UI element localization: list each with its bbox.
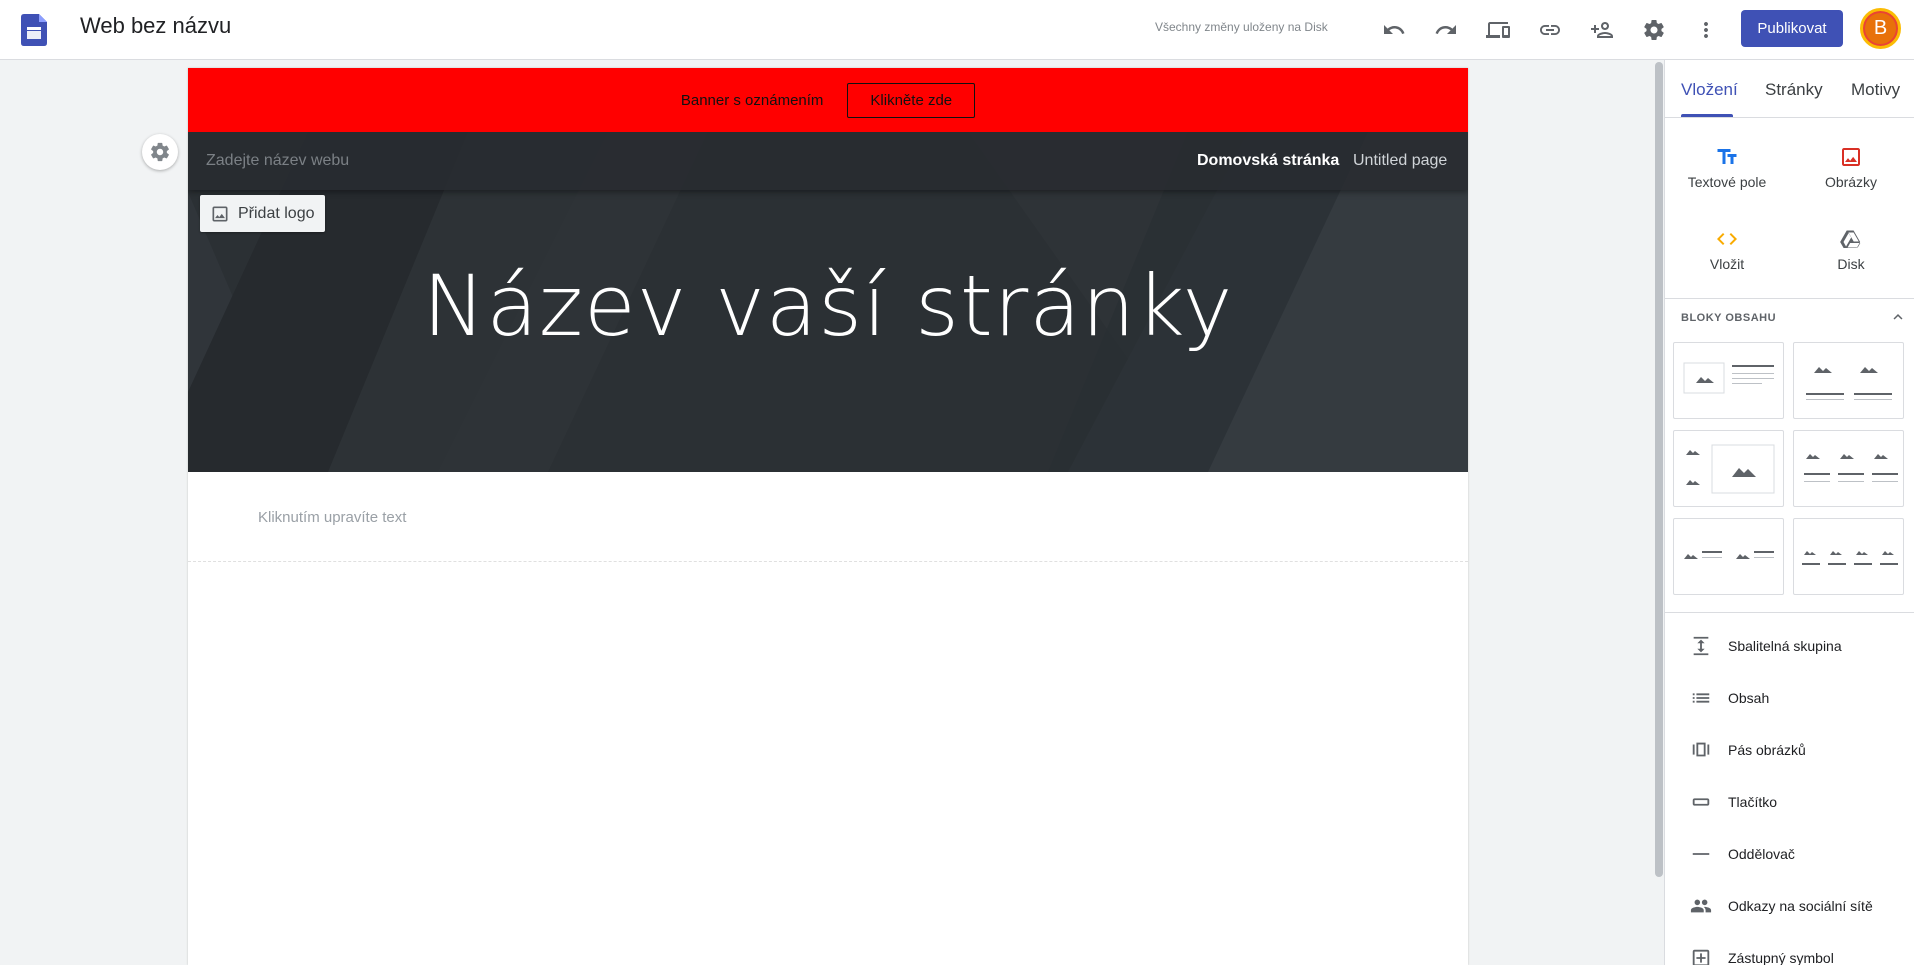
text-box-icon	[1715, 140, 1739, 174]
insert-embed[interactable]: Vložit	[1677, 222, 1777, 292]
insert-images[interactable]: Obrázky	[1801, 140, 1901, 210]
component-image-carousel[interactable]: Pás obrázků	[1665, 730, 1914, 770]
redo-icon[interactable]	[1428, 12, 1464, 48]
avatar[interactable]: B	[1860, 8, 1901, 49]
component-table-of-contents[interactable]: Obsah	[1665, 678, 1914, 718]
document-title[interactable]: Web bez názvu	[80, 13, 231, 39]
component-button[interactable]: Tlačítko	[1665, 782, 1914, 822]
site-page-canvas: Banner s oznámením Klikněte zde Zadejte …	[188, 68, 1468, 965]
canvas-scrollbar-thumb[interactable]	[1655, 62, 1663, 877]
header-hero[interactable]: Zadejte název webu Domovská stránka Unti…	[188, 132, 1468, 472]
insert-images-label: Obrázky	[1824, 174, 1878, 190]
layout-block-two-images[interactable]	[1793, 342, 1904, 419]
side-panel: Vložení Stránky Motivy Textové pole Obrá…	[1664, 60, 1914, 965]
component-label: Tlačítko	[1728, 794, 1778, 810]
component-label: Odkazy na sociální sítě	[1728, 898, 1873, 914]
tab-themes[interactable]: Motivy	[1851, 80, 1900, 100]
preview-device-icon[interactable]	[1480, 12, 1516, 48]
sites-logo-icon[interactable]	[21, 14, 47, 46]
site-navigation: Zadejte název webu Domovská stránka Unti…	[188, 132, 1468, 190]
insert-drive-label: Disk	[1837, 256, 1865, 272]
announcement-banner[interactable]: Banner s oznámením Klikněte zde	[188, 68, 1468, 132]
image-icon	[212, 206, 228, 221]
panel-tabs: Vložení Stránky Motivy	[1665, 60, 1914, 118]
drive-icon	[1839, 222, 1863, 256]
component-label: Obsah	[1728, 690, 1770, 706]
nav-link-home[interactable]: Domovská stránka	[1197, 152, 1339, 170]
component-placeholder[interactable]: Zástupný symbol	[1665, 938, 1914, 965]
component-label: Zástupný symbol	[1728, 950, 1834, 965]
button-icon	[1689, 790, 1713, 814]
gear-icon	[151, 142, 169, 162]
embed-code-icon	[1715, 222, 1739, 256]
share-person-icon[interactable]	[1584, 12, 1620, 48]
active-tab-indicator	[1681, 114, 1733, 117]
text-section[interactable]: Kliknutím upravíte text	[188, 472, 1468, 562]
link-icon[interactable]	[1532, 12, 1568, 48]
undo-icon[interactable]	[1376, 12, 1412, 48]
layout-block-image-text-pairs[interactable]	[1673, 518, 1784, 595]
page-settings-button[interactable]	[142, 134, 178, 170]
layout-block-four-images[interactable]	[1793, 518, 1904, 595]
page-title[interactable]: Název vaší stránky	[188, 257, 1468, 355]
publish-button[interactable]: Publikovat	[1741, 10, 1843, 47]
settings-gear-icon[interactable]	[1636, 12, 1672, 48]
component-label: Oddělovač	[1728, 846, 1795, 862]
component-social-links[interactable]: Odkazy na sociální sítě	[1665, 886, 1914, 926]
add-logo-label: Přidat logo	[238, 204, 315, 222]
table-of-contents-icon	[1689, 686, 1713, 710]
tab-insert[interactable]: Vložení	[1681, 80, 1738, 100]
collapsible-group-icon	[1689, 634, 1713, 658]
layout-block-image-grid[interactable]	[1673, 430, 1784, 507]
placeholder-icon	[1689, 946, 1713, 965]
image-icon	[1839, 140, 1863, 174]
component-collapsible-group[interactable]: Sbalitelná skupina	[1665, 626, 1914, 666]
banner-button[interactable]: Klikněte zde	[847, 82, 976, 118]
image-carousel-icon	[1689, 738, 1713, 762]
component-label: Sbalitelná skupina	[1728, 638, 1842, 654]
content-blocks-heading[interactable]: BLOKY OBSAHU	[1681, 312, 1776, 324]
save-status: Všechny změny uloženy na Disk	[1155, 20, 1328, 34]
more-vert-icon[interactable]	[1688, 12, 1724, 48]
insert-drive[interactable]: Disk	[1801, 222, 1901, 292]
insert-text-box[interactable]: Textové pole	[1677, 140, 1777, 210]
text-placeholder[interactable]: Kliknutím upravíte text	[258, 509, 406, 526]
layout-block-image-text[interactable]	[1673, 342, 1784, 419]
tab-pages[interactable]: Stránky	[1765, 80, 1823, 100]
site-name-input[interactable]: Zadejte název webu	[206, 152, 349, 170]
divider-icon	[1689, 842, 1713, 866]
insert-embed-label: Vložit	[1709, 256, 1745, 272]
panel-divider	[1665, 298, 1914, 299]
top-app-bar: Web bez názvu Všechny změny uloženy na D…	[0, 0, 1914, 60]
component-label: Pás obrázků	[1728, 742, 1806, 758]
nav-link-untitled-page[interactable]: Untitled page	[1353, 152, 1447, 170]
social-links-icon	[1689, 894, 1713, 918]
chevron-up-icon[interactable]	[1889, 308, 1907, 326]
add-logo-button[interactable]: Přidat logo	[200, 195, 325, 232]
insert-text-box-label: Textové pole	[1687, 174, 1767, 190]
panel-divider	[1665, 612, 1914, 613]
banner-text: Banner s oznámením	[680, 91, 824, 109]
layout-block-three-images[interactable]	[1793, 430, 1904, 507]
component-divider[interactable]: Oddělovač	[1665, 834, 1914, 874]
